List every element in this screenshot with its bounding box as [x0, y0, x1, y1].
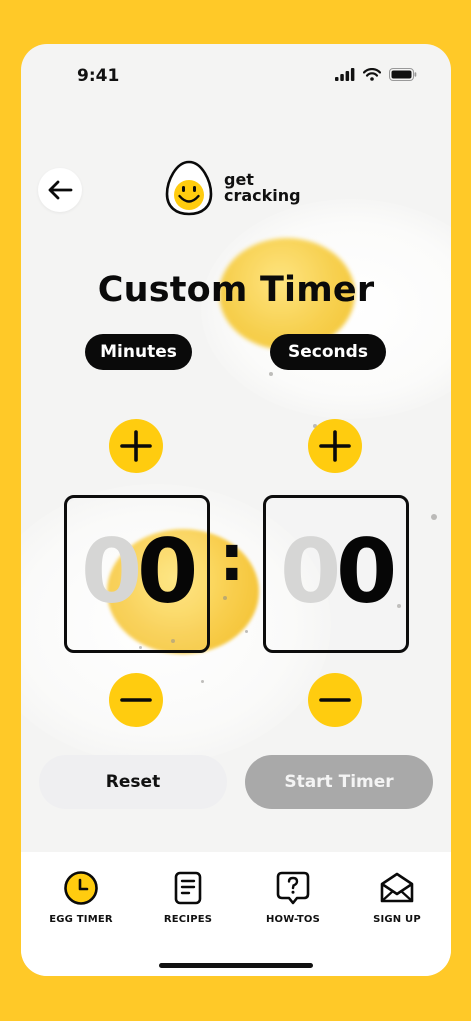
seconds-increment-button[interactable] — [308, 419, 362, 473]
phone-screen: 9:41 get cracking Custom Timer Minutes S… — [21, 44, 451, 976]
plus-icon — [319, 430, 351, 462]
envelope-icon — [380, 872, 414, 903]
brand-logo: get cracking — [164, 159, 301, 217]
minus-icon — [319, 698, 351, 702]
document-icon — [174, 871, 202, 905]
minutes-increment-button[interactable] — [109, 419, 163, 473]
tab-label: EGG TIMER — [49, 914, 113, 925]
tab-how-tos[interactable]: HOW-TOS — [248, 870, 338, 925]
minutes-tens-digit: 0 — [81, 520, 143, 623]
seconds-tens-digit: 0 — [280, 520, 342, 623]
home-indicator[interactable] — [159, 963, 313, 968]
page-title: Custom Timer — [97, 270, 375, 310]
tab-label: HOW-TOS — [265, 914, 321, 925]
seconds-ones-digit: 0 — [336, 520, 398, 623]
tab-label: SIGN UP — [373, 914, 421, 925]
seconds-display[interactable]: 0 0 — [263, 495, 409, 653]
plus-icon — [120, 430, 152, 462]
tab-egg-timer[interactable]: EGG TIMER — [36, 870, 126, 925]
tab-sign-up[interactable]: SIGN UP — [352, 870, 442, 925]
wifi-icon — [363, 68, 381, 81]
start-timer-button[interactable]: Start Timer — [245, 755, 433, 809]
egg-smiley-icon — [165, 160, 213, 216]
tab-label: RECIPES — [163, 914, 213, 925]
minutes-label: Minutes — [85, 334, 192, 370]
arrow-left-icon — [48, 180, 73, 200]
bottom-tab-bar: EGG TIMER RECIPES HOW-TOS SIGN UP — [21, 852, 451, 976]
seconds-decrement-button[interactable] — [308, 673, 362, 727]
status-icons — [335, 68, 417, 81]
cellular-signal-icon — [335, 68, 355, 81]
back-button[interactable] — [38, 168, 82, 212]
brand-line-2: cracking — [224, 186, 301, 205]
minutes-ones-digit: 0 — [137, 520, 199, 623]
clock-icon — [64, 871, 98, 905]
minutes-display[interactable]: 0 0 — [64, 495, 210, 653]
minus-icon — [120, 698, 152, 702]
status-time: 9:41 — [77, 66, 120, 86]
seconds-label: Seconds — [270, 334, 386, 370]
minutes-decrement-button[interactable] — [109, 673, 163, 727]
time-separator: : — [219, 522, 245, 596]
battery-icon — [389, 68, 417, 81]
reset-button[interactable]: Reset — [39, 755, 227, 809]
tab-recipes[interactable]: RECIPES — [143, 870, 233, 925]
question-bubble-icon — [276, 871, 310, 905]
